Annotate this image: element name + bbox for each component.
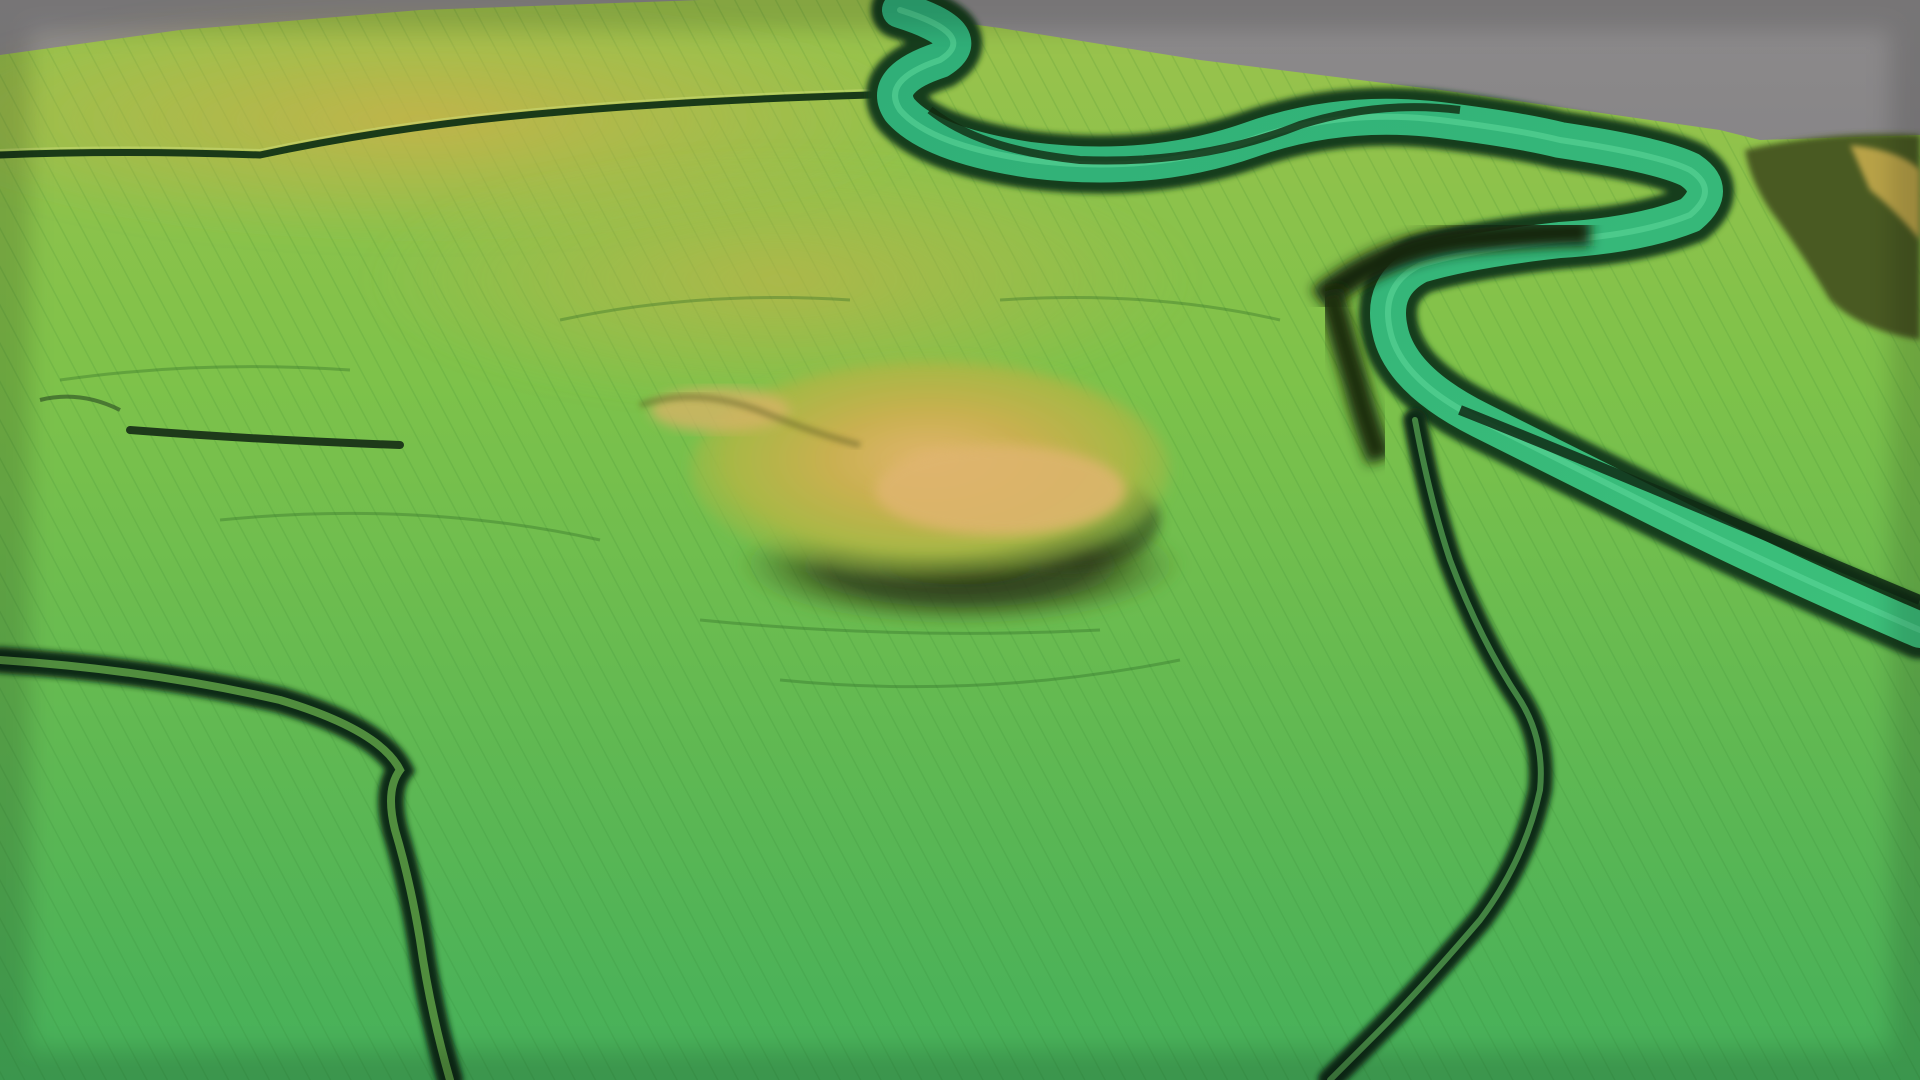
hill-summit (875, 445, 1125, 535)
terrain-viewport[interactable] (0, 0, 1920, 1080)
terrain-scene (0, 0, 1920, 1080)
hill-spur (650, 388, 790, 432)
